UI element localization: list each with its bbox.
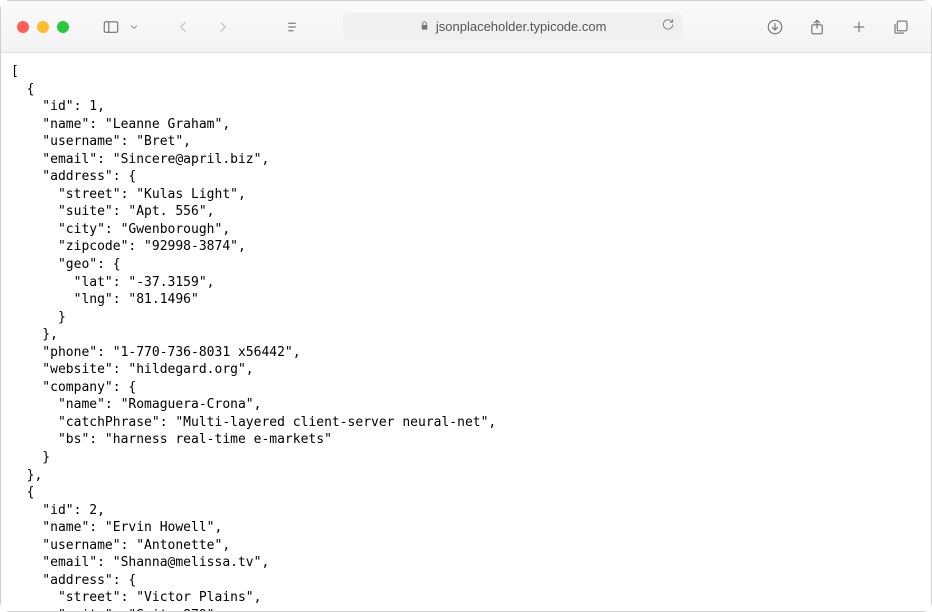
reader-mode-button[interactable] bbox=[278, 13, 306, 41]
window-controls bbox=[17, 21, 69, 33]
tab-overview-button[interactable] bbox=[887, 13, 915, 41]
json-response-body: [ { "id": 1, "name": "Leanne Graham", "u… bbox=[11, 63, 921, 611]
sidebar-menu-chevron-icon[interactable] bbox=[127, 13, 141, 41]
browser-toolbar: jsonplaceholder.typicode.com bbox=[1, 1, 931, 53]
back-button[interactable] bbox=[169, 13, 197, 41]
page-content: [ { "id": 1, "name": "Leanne Graham", "u… bbox=[1, 53, 931, 611]
new-tab-button[interactable] bbox=[845, 13, 873, 41]
lock-icon bbox=[419, 18, 430, 36]
url-text: jsonplaceholder.typicode.com bbox=[436, 19, 607, 34]
share-button[interactable] bbox=[803, 13, 831, 41]
reload-button[interactable] bbox=[661, 17, 675, 36]
maximize-window-button[interactable] bbox=[57, 21, 69, 33]
forward-button[interactable] bbox=[209, 13, 237, 41]
sidebar-toggle-button[interactable] bbox=[97, 13, 125, 41]
address-bar[interactable]: jsonplaceholder.typicode.com bbox=[343, 13, 683, 41]
minimize-window-button[interactable] bbox=[37, 21, 49, 33]
close-window-button[interactable] bbox=[17, 21, 29, 33]
downloads-button[interactable] bbox=[761, 13, 789, 41]
